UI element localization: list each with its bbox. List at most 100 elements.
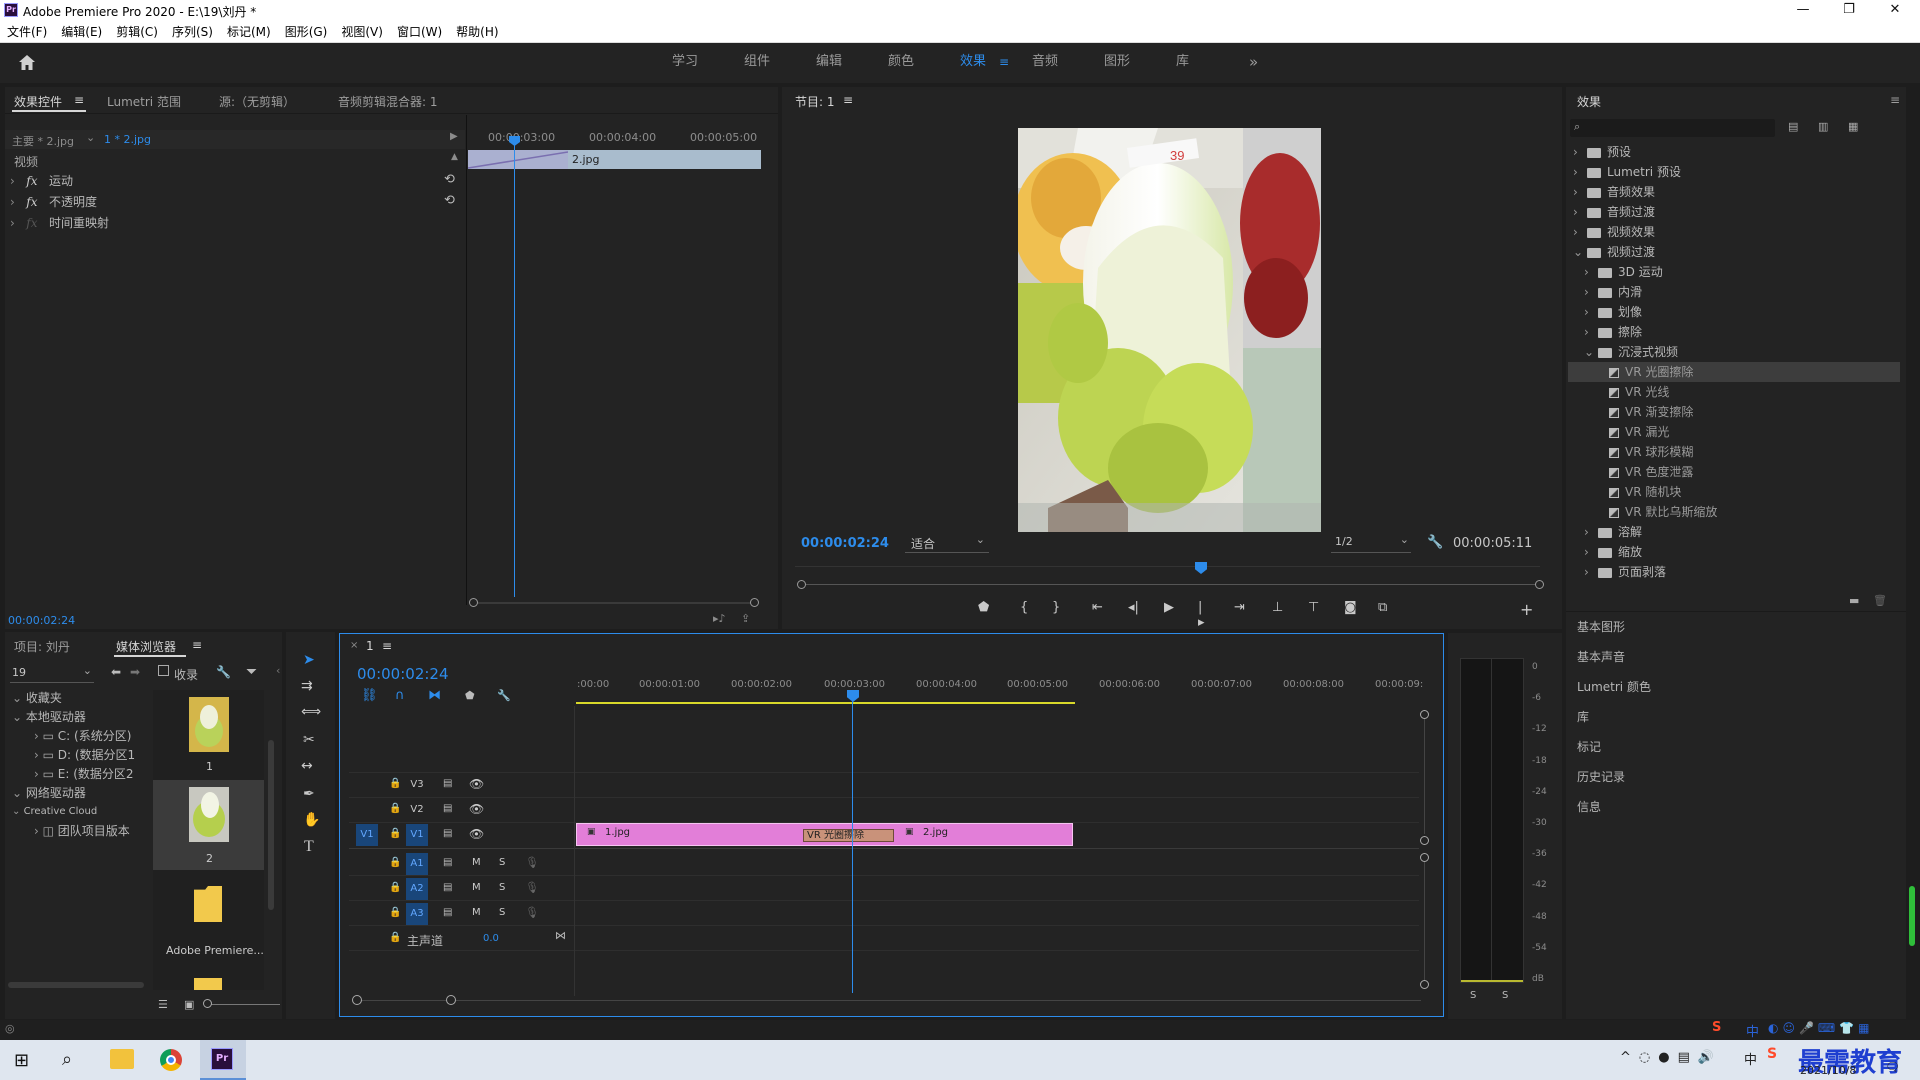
- panel-menu-icon[interactable]: ≡: [843, 93, 853, 107]
- nest-toggle-icon[interactable]: ⛓: [361, 688, 378, 703]
- more-workspaces-icon[interactable]: »: [1249, 43, 1258, 81]
- solo-left-button[interactable]: S: [1470, 990, 1476, 1001]
- work-area-bar[interactable]: [576, 702, 1075, 704]
- tab-media-browser[interactable]: 媒体浏览器: [116, 638, 176, 655]
- audio-scrollbar[interactable]: [1424, 862, 1425, 980]
- panel-essential-sound[interactable]: 基本声音: [1577, 648, 1625, 665]
- browser-tree-item[interactable]: › ◫ 团队项目版本: [34, 821, 150, 841]
- slip-tool-icon[interactable]: ↔: [301, 758, 313, 774]
- scroll-handle[interactable]: [1420, 853, 1429, 862]
- tab-effect-controls[interactable]: 效果控件: [14, 93, 62, 110]
- menu-edit[interactable]: 编辑(E): [54, 22, 109, 42]
- ripple-edit-tool-icon[interactable]: ⟺: [301, 704, 321, 720]
- effect-row-opacity[interactable]: › fx 不透明度: [10, 192, 97, 212]
- menu-sequence[interactable]: 序列(S): [165, 22, 220, 42]
- effect-item[interactable]: VR 色度泄露: [1568, 462, 1900, 482]
- track-label-a2[interactable]: A2: [406, 878, 428, 900]
- snap-icon[interactable]: ∩: [395, 688, 405, 703]
- chevron-right-icon[interactable]: ›: [1584, 562, 1598, 582]
- ime-indicator[interactable]: 中: [1744, 1049, 1757, 1068]
- close-tab-icon[interactable]: ×: [350, 640, 358, 651]
- master-volume-value[interactable]: 0.0: [483, 933, 499, 944]
- chevron-right-icon[interactable]: ›: [34, 767, 43, 781]
- effect-folder[interactable]: ⌄ 视频过渡: [1568, 242, 1900, 262]
- play-only-clip-icon[interactable]: ▶: [450, 131, 458, 142]
- timeline-playhead[interactable]: [852, 700, 853, 993]
- effect-item[interactable]: VR 光圈擦除: [1568, 362, 1900, 382]
- effects-search-input[interactable]: ⌕: [1570, 119, 1775, 137]
- forward-arrow-icon[interactable]: ➡: [130, 665, 140, 679]
- icon-view-icon[interactable]: ▣: [184, 998, 194, 1011]
- more-icon[interactable]: ‹: [276, 664, 280, 677]
- menu-clip[interactable]: 剪辑(C): [109, 22, 165, 42]
- chevron-right-icon[interactable]: ›: [1584, 522, 1598, 542]
- effect-folder[interactable]: › 划像: [1568, 302, 1900, 322]
- mute-button[interactable]: M: [472, 907, 481, 918]
- chevron-right-icon[interactable]: ›: [1584, 302, 1598, 322]
- chevron-right-icon[interactable]: ›: [1584, 542, 1598, 562]
- track-label-a1[interactable]: A1: [406, 853, 428, 875]
- tab-lumetri-scopes[interactable]: Lumetri 范围: [107, 93, 181, 110]
- chevron-right-icon[interactable]: ›: [1584, 282, 1598, 302]
- ec-timecode[interactable]: 00:00:02:24: [8, 614, 75, 627]
- menu-view[interactable]: 视图(V): [334, 22, 390, 42]
- new-bin-icon[interactable]: ▬: [1849, 594, 1859, 607]
- add-marker-icon[interactable]: ⬟: [465, 689, 475, 702]
- chevron-down-icon[interactable]: ⌄: [12, 691, 26, 705]
- effect-item[interactable]: VR 渐变擦除: [1568, 402, 1900, 422]
- tab-source[interactable]: 源:（无剪辑）: [219, 93, 295, 110]
- panel-menu-icon[interactable]: ≡: [1890, 93, 1900, 107]
- menu-graphics[interactable]: 图形(G): [278, 22, 335, 42]
- workspace-tab-color[interactable]: 颜色: [888, 43, 914, 81]
- mark-out-icon[interactable]: }: [1052, 600, 1060, 615]
- chevron-down-icon[interactable]: ⌄: [12, 806, 24, 817]
- solo-button[interactable]: S: [499, 907, 505, 918]
- compare-view-icon[interactable]: ⧉: [1378, 600, 1387, 615]
- chevron-down-icon[interactable]: ⌄: [1573, 242, 1587, 262]
- effect-folder[interactable]: › 缩放: [1568, 542, 1900, 562]
- go-to-out-icon[interactable]: ⇥: [1234, 600, 1245, 615]
- windows-start-icon[interactable]: ⊞: [14, 1050, 29, 1071]
- effect-folder[interactable]: › 预设: [1568, 142, 1900, 162]
- chevron-right-icon[interactable]: ›: [1573, 222, 1587, 242]
- browser-tree-item[interactable]: ⌄ Creative Cloud: [12, 802, 150, 822]
- solo-button[interactable]: S: [499, 857, 505, 868]
- sogou-ime-icon[interactable]: S: [1712, 1020, 1721, 1035]
- wrench-icon[interactable]: 🔧: [216, 665, 231, 679]
- clip-2[interactable]: ▣ 2.jpg: [895, 824, 1070, 845]
- workspace-tab-editing[interactable]: 编辑: [816, 43, 842, 81]
- microphone-icon[interactable]: 🎙: [525, 856, 539, 869]
- folder-icon[interactable]: [194, 978, 222, 990]
- fx-icon[interactable]: fx: [26, 174, 37, 188]
- effect-folder[interactable]: › 音频效果: [1568, 182, 1900, 202]
- accelerated-effects-icon[interactable]: ▤: [1788, 120, 1798, 133]
- lock-icon[interactable]: 🔒: [389, 828, 401, 839]
- menu-marker[interactable]: 标记(M): [220, 22, 278, 42]
- ingest-checkbox[interactable]: [158, 665, 169, 676]
- track-label-a3[interactable]: A3: [406, 903, 428, 925]
- hand-tool-icon[interactable]: ✋: [303, 812, 320, 828]
- panel-menu-icon[interactable]: ≡: [192, 638, 202, 652]
- chevron-right-icon[interactable]: ›: [1573, 162, 1587, 182]
- chevron-right-icon[interactable]: ›: [10, 174, 15, 188]
- close-button[interactable]: ✕: [1872, 0, 1918, 22]
- lock-icon[interactable]: 🔒: [389, 778, 401, 789]
- camera-icon[interactable]: ◙: [1344, 600, 1357, 615]
- effect-item[interactable]: VR 随机块: [1568, 482, 1900, 502]
- panel-menu-icon[interactable]: ≡: [74, 93, 84, 107]
- panel-essential-graphics[interactable]: 基本图形: [1577, 618, 1625, 635]
- zoom-handle-left[interactable]: [352, 995, 362, 1005]
- chevron-right-icon[interactable]: ›: [1573, 202, 1587, 222]
- browser-tree-item[interactable]: ⌄ 收藏夹: [12, 688, 150, 708]
- timeline-ruler[interactable]: :00:00 00:00:01:00 00:00:02:00 00:00:03:…: [575, 665, 1425, 700]
- tab-sequence[interactable]: 1: [366, 639, 374, 653]
- lock-icon[interactable]: 🔒: [389, 932, 401, 943]
- home-icon[interactable]: [18, 54, 36, 71]
- panel-libraries[interactable]: 库: [1577, 708, 1589, 725]
- solo-button[interactable]: S: [499, 882, 505, 893]
- program-time-ruler[interactable]: [795, 566, 1540, 580]
- lock-icon[interactable]: 🔒: [389, 857, 401, 868]
- effect-row-motion[interactable]: › fx 运动: [10, 171, 73, 191]
- program-video-frame[interactable]: 39: [1018, 128, 1321, 532]
- sync-lock-icon[interactable]: ▤: [443, 882, 452, 893]
